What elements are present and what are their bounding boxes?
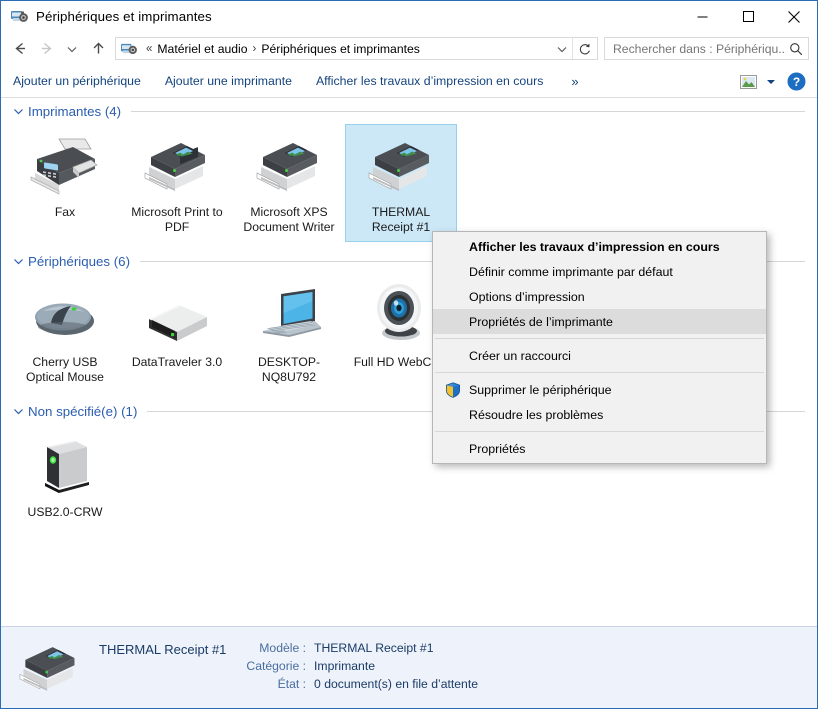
search-icon[interactable] (784, 42, 808, 56)
address-bar[interactable]: « Matériel et audio › Périphériques et i… (115, 37, 598, 60)
menu-separator (435, 338, 764, 339)
mouse-icon (29, 283, 101, 349)
help-button[interactable]: ? (781, 70, 811, 94)
device-tile-datatraveler-30[interactable]: DataTraveler 3.0 (121, 274, 233, 377)
menu-separator (435, 431, 764, 432)
status-label-category: Catégorie : (246, 659, 307, 673)
menu-item-label: Supprimer le périphérique (469, 382, 612, 397)
up-button[interactable] (85, 36, 111, 62)
devices-and-printers-window: Périphériques et imprimantes « Matériel … (0, 0, 818, 709)
group-rule (131, 110, 805, 112)
svg-text:?: ? (792, 75, 799, 89)
status-device-name: THERMAL Receipt #1 (99, 642, 227, 657)
device-tile-usb20-crw[interactable]: USB2.0-CRW (9, 424, 121, 527)
menu-item-properties[interactable]: Propriétés (433, 436, 766, 461)
chevron-down-icon[interactable] (11, 104, 25, 118)
chevron-down-icon[interactable] (11, 254, 25, 268)
add-device-button[interactable]: Ajouter un périphérique (1, 68, 153, 94)
printer-icon (141, 133, 213, 199)
status-value-state: 0 document(s) en file d’attente (314, 677, 478, 691)
fax-printer-icon (29, 133, 101, 199)
uac-shield-icon (445, 381, 461, 398)
device-tile-label: Fax (54, 205, 76, 219)
menu-item-troubleshoot[interactable]: Résoudre les problèmes (433, 402, 766, 427)
forward-button[interactable] (33, 36, 59, 62)
breadcrumb-item-devices[interactable]: Périphériques et imprimantes (261, 42, 420, 56)
refresh-button[interactable] (573, 38, 597, 59)
toolbar-overflow-button[interactable]: » (565, 68, 584, 94)
breadcrumb-item-hardware[interactable]: Matériel et audio (157, 42, 247, 56)
search-input[interactable]: Rechercher dans : Périphériqu... (605, 42, 784, 56)
context-menu[interactable]: Afficher les travaux d’impression en cou… (432, 231, 767, 464)
address-dropdown-button[interactable] (551, 38, 573, 59)
printer-icon (253, 133, 325, 199)
add-printer-button[interactable]: Ajouter une imprimante (153, 68, 304, 94)
device-tile-label: DataTraveler 3.0 (131, 355, 223, 369)
change-view-dropdown[interactable] (761, 70, 781, 94)
device-tile-label: Cherry USB Optical Mouse (26, 355, 104, 384)
back-button[interactable] (7, 36, 33, 62)
navigation-bar: « Matériel et audio › Périphériques et i… (1, 32, 817, 65)
menu-separator (435, 372, 764, 373)
search-box[interactable]: Rechercher dans : Périphériqu... (604, 37, 809, 60)
status-value-model: THERMAL Receipt #1 (314, 641, 434, 655)
group-title-unspecified: Non spécifié(e) (1) (28, 403, 138, 419)
printer-icon (365, 133, 437, 199)
minimize-button[interactable] (679, 1, 725, 32)
usb-drive-icon (141, 283, 213, 349)
device-tile-label: Microsoft Print to PDF (131, 205, 223, 234)
group-title-devices: Périphériques (6) (28, 253, 130, 269)
menu-item-printing-preferences[interactable]: Options d’impression (433, 284, 766, 309)
device-tile-microsoft-print-to-pdf[interactable]: Microsoft Print to PDF (121, 124, 233, 242)
status-label-state: État : (277, 677, 307, 691)
status-label-model: Modèle : (259, 641, 307, 655)
device-tile-thermal-receipt-1[interactable]: THERMAL Receipt #1 (345, 124, 457, 242)
device-tile-label: DESKTOP-NQ8U792 (257, 355, 321, 384)
printer-tiles: Fax Microsoft Print to PDF Microsoft XPS… (1, 124, 817, 242)
device-tile-fax[interactable]: Fax (9, 124, 121, 227)
device-tile-label: Microsoft XPS Document Writer (243, 205, 335, 234)
breadcrumb-prefix[interactable]: « (141, 43, 157, 55)
menu-item-remove-device[interactable]: Supprimer le périphérique (433, 377, 766, 402)
chevron-down-icon[interactable] (11, 404, 25, 418)
change-view-icon[interactable] (735, 70, 761, 94)
command-bar: Ajouter un périphérique Ajouter une impr… (1, 65, 817, 98)
window-title: Périphériques et imprimantes (36, 9, 212, 24)
devices-printers-icon (11, 8, 28, 25)
webcam-icon (365, 283, 437, 349)
device-tile-microsoft-xps-document-writer[interactable]: Microsoft XPS Document Writer (233, 124, 345, 242)
close-button[interactable] (771, 1, 817, 32)
menu-item-view-print-jobs[interactable]: Afficher les travaux d’impression en cou… (433, 234, 766, 259)
menu-item-set-default-printer[interactable]: Définir comme imprimante par défaut (433, 259, 766, 284)
device-tile-label: USB2.0-CRW (27, 505, 103, 519)
view-print-jobs-button[interactable]: Afficher les travaux d’impression en cou… (304, 68, 555, 94)
recent-locations-button[interactable] (59, 36, 85, 62)
group-title-printers: Imprimantes (4) (28, 103, 122, 119)
device-tile-desktop-nq8u792[interactable]: DESKTOP-NQ8U792 (233, 274, 345, 392)
printer-icon (13, 638, 85, 698)
status-value-category: Imprimante (314, 659, 375, 673)
menu-item-create-shortcut[interactable]: Créer un raccourci (433, 343, 766, 368)
command-bar-right: ? (735, 65, 811, 98)
address-devices-printers-icon (121, 41, 137, 57)
breadcrumb-separator[interactable]: › (248, 43, 262, 55)
group-header-printers[interactable]: Imprimantes (4) (1, 98, 817, 124)
card-reader-icon (29, 433, 101, 499)
title-bar: Périphériques et imprimantes (1, 1, 817, 32)
device-tile-cherry-usb-optical-mouse[interactable]: Cherry USB Optical Mouse (9, 274, 121, 392)
laptop-icon (253, 283, 325, 349)
status-bar: THERMAL Receipt #1 Modèle : THERMAL Rece… (1, 626, 817, 708)
status-detail-fields: Modèle : THERMAL Receipt #1 Catégorie : … (246, 641, 478, 691)
menu-item-printer-properties[interactable]: Propriétés de l’imprimante (433, 309, 766, 334)
maximize-button[interactable] (725, 1, 771, 32)
window-controls (679, 1, 817, 32)
